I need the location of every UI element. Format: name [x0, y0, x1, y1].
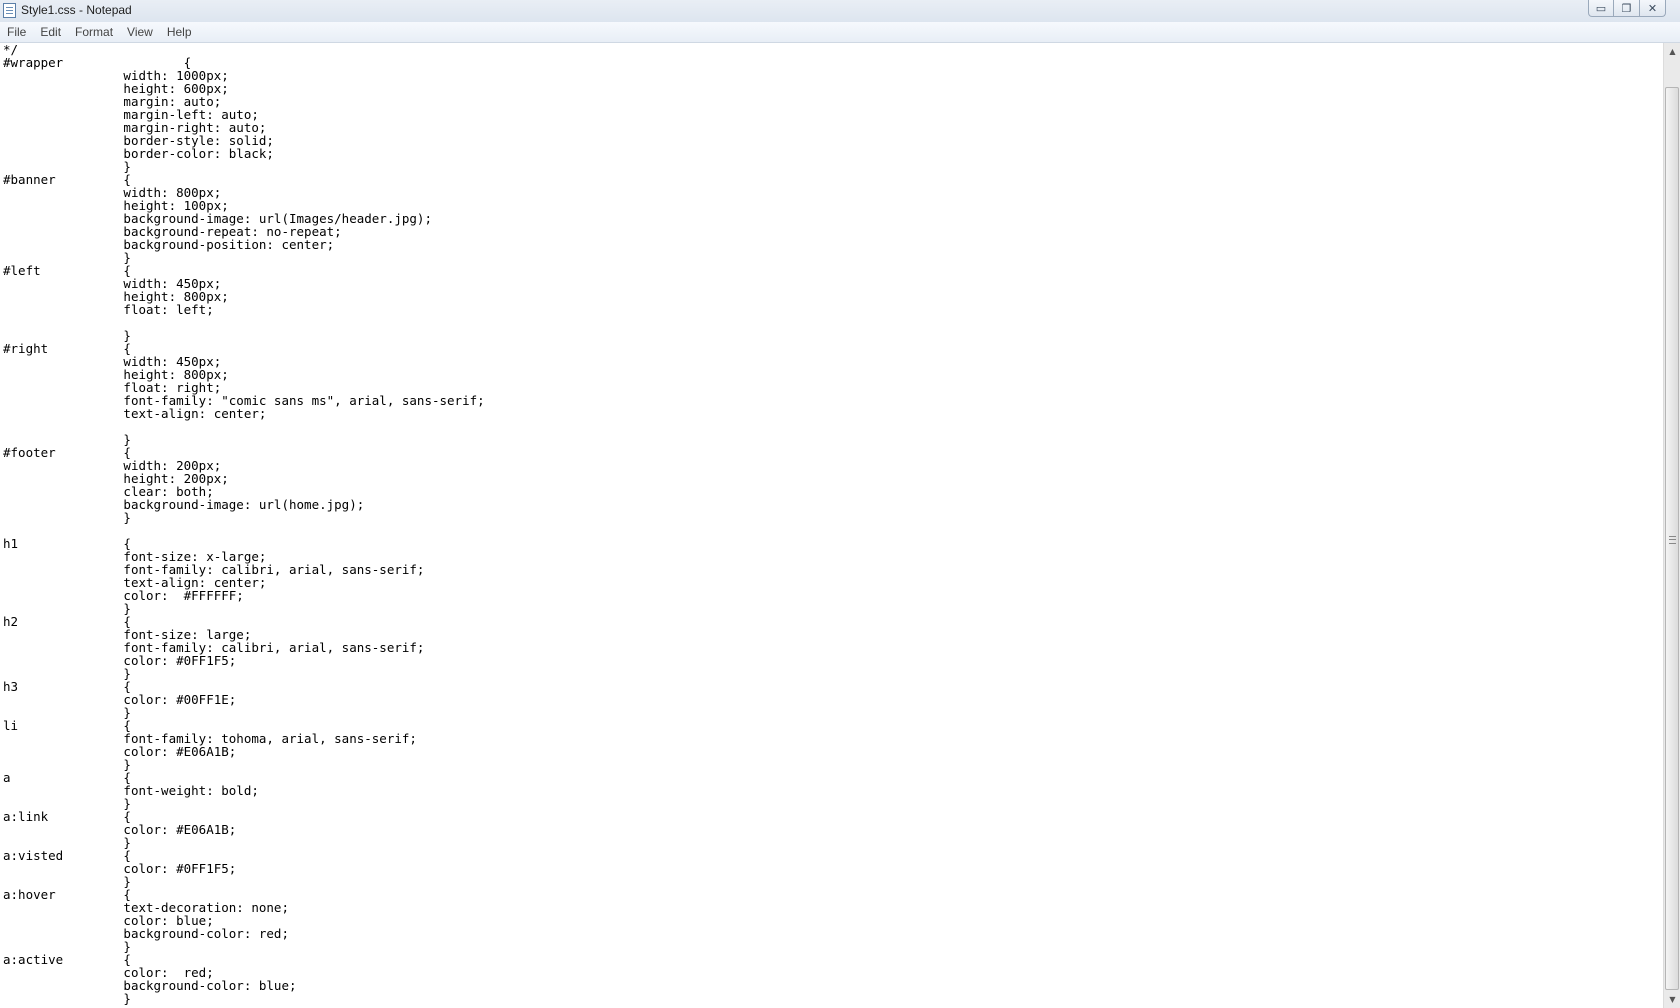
- menu-view[interactable]: View: [120, 22, 160, 42]
- document-text[interactable]: */ #wrapper { width: 1000px; height: 600…: [0, 43, 1662, 1005]
- close-button[interactable]: ✕: [1640, 0, 1666, 17]
- window-title: Style1.css - Notepad: [21, 3, 132, 17]
- scrollbar-grip-icon: [1669, 535, 1676, 544]
- scroll-up-arrow-icon[interactable]: ▲: [1664, 43, 1680, 60]
- menu-bar: File Edit Format View Help: [0, 22, 1680, 43]
- window-controls: ▭ ❐ ✕: [1588, 0, 1666, 18]
- notepad-app-icon[interactable]: [3, 3, 16, 18]
- vertical-scrollbar[interactable]: ▲ ▼: [1663, 43, 1680, 1008]
- maximize-button[interactable]: ❐: [1614, 0, 1640, 17]
- title-bar: Style1.css - Notepad ▭ ❐ ✕: [0, 0, 1680, 23]
- text-editor-area[interactable]: */ #wrapper { width: 1000px; height: 600…: [0, 43, 1662, 1008]
- scroll-down-arrow-icon[interactable]: ▼: [1664, 991, 1680, 1008]
- menu-edit[interactable]: Edit: [33, 22, 68, 42]
- menu-help[interactable]: Help: [160, 22, 199, 42]
- scrollbar-thumb[interactable]: [1665, 87, 1679, 990]
- menu-file[interactable]: File: [0, 22, 33, 42]
- minimize-button[interactable]: ▭: [1588, 0, 1614, 17]
- menu-format[interactable]: Format: [68, 22, 120, 42]
